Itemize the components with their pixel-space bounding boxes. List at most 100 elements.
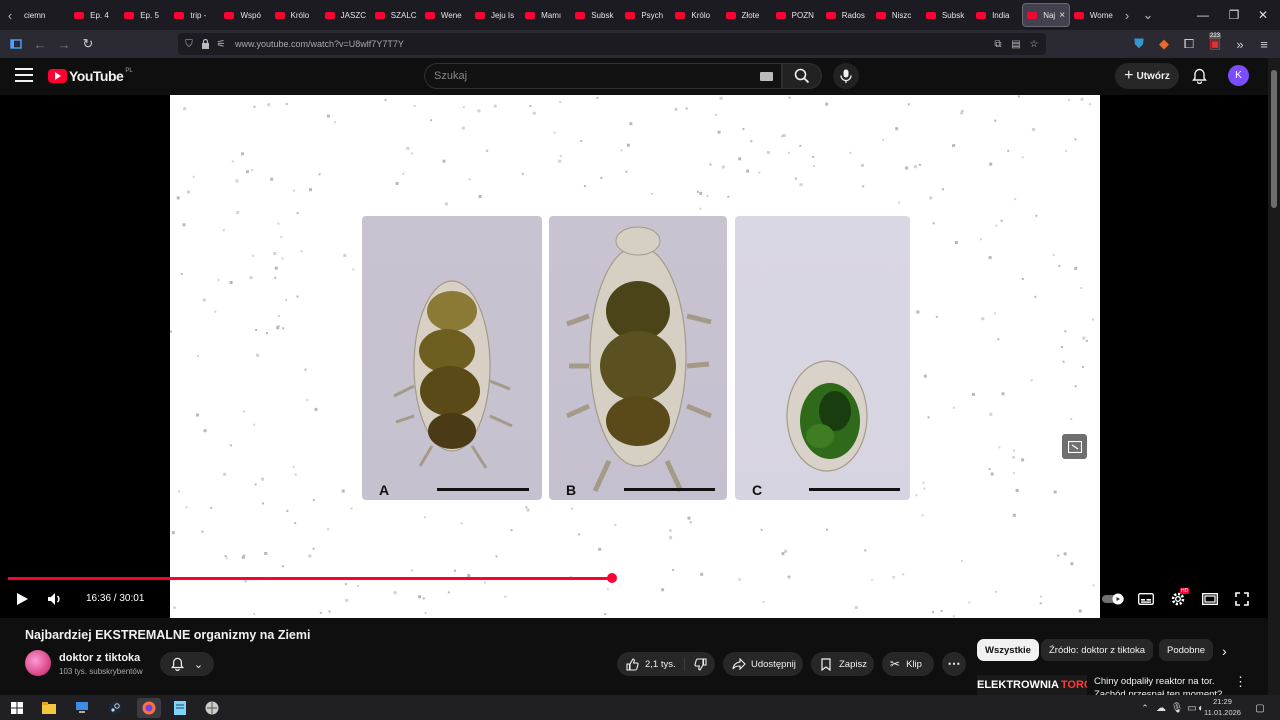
play-button[interactable] (10, 587, 34, 611)
notepad-icon[interactable] (170, 698, 190, 718)
scale-bar-c (809, 488, 900, 491)
youtube-favicon-icon (424, 11, 435, 19)
tab-scroll-left-icon[interactable]: ‹ (0, 0, 20, 30)
close-window-icon[interactable]: ✕ (1246, 0, 1280, 30)
voice-search-button[interactable] (833, 63, 859, 89)
bookmark-star-icon[interactable]: ☆ (1026, 36, 1042, 52)
browser-tab[interactable]: JASZC (321, 3, 371, 27)
notifications-tray-icon[interactable]: ▢ (1250, 698, 1270, 718)
keyboard-icon[interactable] (760, 72, 773, 81)
app-menu-icon[interactable]: ≡ (1252, 32, 1276, 56)
windows-start-icon[interactable] (7, 698, 27, 718)
browser-tab[interactable]: SZALC (371, 3, 421, 27)
create-button[interactable]: + Utwórz (1115, 63, 1179, 89)
progress-scrubber-handle[interactable] (606, 573, 617, 583)
video-overlay-card-button[interactable] (1062, 434, 1087, 459)
browser-tab[interactable]: Ep. 5 (120, 3, 170, 27)
fox-extension-icon[interactable]: ◆ (1152, 32, 1176, 56)
youtube-favicon-icon (124, 11, 135, 19)
mute-button[interactable] (43, 587, 67, 611)
progress-bar[interactable] (8, 573, 1100, 583)
chip-source-channel[interactable]: Źródło: doktor z tiktoka (1041, 639, 1154, 661)
create-label: Utwórz (1136, 70, 1170, 82)
dislike-button[interactable] (685, 657, 715, 671)
app-globe-icon[interactable] (202, 698, 222, 718)
browser-tab-active[interactable]: Naj × (1022, 3, 1070, 27)
browser-tab[interactable]: India (972, 3, 1022, 27)
settings-button[interactable]: HD (1166, 587, 1190, 611)
theater-mode-button[interactable] (1198, 587, 1222, 611)
tardigrade-panel-b: B (549, 216, 727, 500)
url-bar[interactable]: ⛉ ⚟ www.youtube.com/watch?v=U8wlf7Y7T7Y … (178, 33, 1046, 55)
steam-icon[interactable] (105, 698, 125, 718)
youtube-favicon-icon (374, 11, 385, 19)
browser-tab[interactable]: POZN (772, 3, 822, 27)
notifications-button[interactable] (1189, 66, 1209, 86)
adblock-extension-icon[interactable]: 223 ▣ (1203, 32, 1227, 56)
fullscreen-button[interactable] (1230, 587, 1254, 611)
permissions-icon[interactable]: ⚟ (213, 36, 229, 52)
lock-icon[interactable] (197, 36, 213, 52)
channel-name[interactable]: doktor z tiktoka (59, 652, 140, 664)
browser-tab[interactable]: Mamı (521, 3, 571, 27)
scrollbar-thumb[interactable] (1271, 70, 1277, 208)
browser-tab[interactable]: Jeju Is (471, 3, 521, 27)
forward-icon[interactable]: → (52, 32, 76, 56)
reload-icon[interactable]: ↻ (76, 32, 100, 56)
browser-tab[interactable]: Wene (421, 3, 471, 27)
browser-tab[interactable]: Królo (671, 3, 721, 27)
browser-tab[interactable]: Wspó (220, 3, 270, 27)
back-icon[interactable]: ← (28, 32, 52, 56)
more-actions-button[interactable]: ⋯ (942, 652, 966, 676)
browser-tab[interactable]: Ep. 4 (70, 3, 120, 27)
chip-similar[interactable]: Podobne (1159, 639, 1214, 661)
firefox-icon[interactable] (137, 698, 161, 718)
tab-scroll-right-icon[interactable]: › (1117, 0, 1137, 30)
recommendation-menu-icon[interactable]: ⋮ (1234, 674, 1247, 690)
youtube-logo[interactable]: YouTube PL (48, 68, 133, 84)
share-button[interactable]: Udostępnij (723, 652, 803, 676)
computer-icon[interactable] (72, 698, 92, 718)
guide-menu-icon[interactable] (15, 68, 33, 82)
tracking-protection-icon[interactable]: ⛉ (181, 36, 197, 52)
extensions-puzzle-icon[interactable]: ⧠ (1177, 32, 1201, 56)
overflow-chevron-icon[interactable]: » (1228, 32, 1252, 56)
chip-all[interactable]: Wszystkie (977, 639, 1039, 661)
minimize-icon[interactable]: — (1186, 0, 1220, 30)
subscription-notifications-button[interactable]: ⌄ (160, 652, 214, 676)
taskbar-clock[interactable]: 21:29 11.01.2026 (1204, 696, 1241, 718)
clip-button[interactable]: ✂ Klip (882, 652, 934, 676)
browser-tab[interactable]: Złote (722, 3, 772, 27)
recommendation-thumbnail[interactable]: ELEKTROWNIATOROWA? (977, 675, 1087, 695)
browser-tab[interactable]: Psych (621, 3, 671, 27)
account-avatar[interactable]: K (1228, 65, 1249, 86)
browser-tab[interactable]: trip - (170, 3, 220, 27)
browser-tab[interactable]: Wome (1070, 3, 1120, 27)
browser-tab[interactable]: Królo (271, 3, 321, 27)
browser-tab[interactable]: ciemn (20, 3, 70, 27)
picture-in-picture-icon[interactable]: ⧉ (990, 36, 1006, 52)
url-text[interactable]: www.youtube.com/watch?v=U8wlf7Y7T7Y (235, 39, 404, 49)
tab-close-icon[interactable]: × (1059, 10, 1065, 21)
page-scrollbar[interactable] (1268, 58, 1280, 695)
shield-extension-icon[interactable]: ⛊ (1127, 32, 1151, 56)
browser-tab[interactable]: Niszc (872, 3, 922, 27)
browser-tab[interactable]: Subsk (571, 3, 621, 27)
tab-list-dropdown-icon[interactable]: ⌄ (1138, 0, 1158, 30)
chips-next-icon[interactable]: › (1222, 643, 1227, 659)
video-player[interactable]: A B C 16:36 / 30:01 HD (0, 95, 1268, 618)
save-button[interactable]: Zapisz (811, 652, 874, 676)
youtube-logo-text: YouTube (69, 68, 124, 84)
like-button[interactable]: 2,1 tys. (617, 657, 685, 671)
browser-tab[interactable]: Subsk (922, 3, 972, 27)
video-frame[interactable]: A B C (170, 95, 1100, 618)
browser-tab[interactable]: Rados (822, 3, 872, 27)
autoplay-toggle[interactable] (1100, 587, 1126, 611)
file-explorer-icon[interactable] (39, 698, 59, 718)
search-button[interactable] (782, 63, 822, 89)
channel-avatar[interactable] (25, 650, 51, 676)
search-input[interactable] (434, 70, 734, 82)
sidebar-toggle-icon[interactable] (4, 32, 28, 56)
subtitles-button[interactable] (1134, 587, 1158, 611)
reader-view-icon[interactable]: ▤ (1008, 36, 1024, 52)
